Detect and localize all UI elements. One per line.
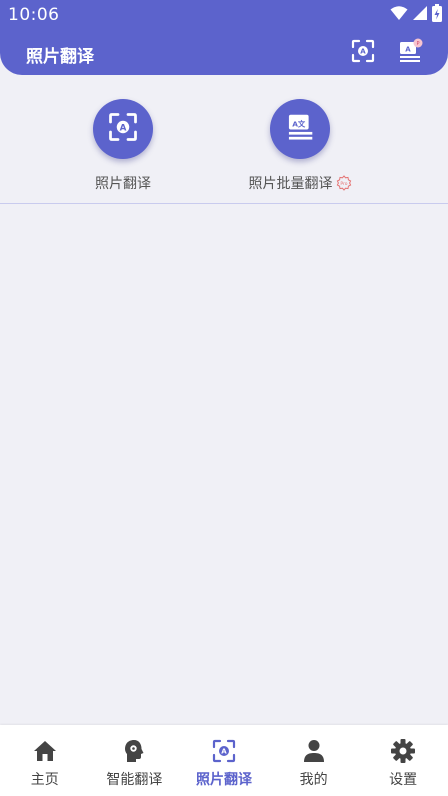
feature-panel: A 照片翻译 A文 照片批量翻译 Pro: [0, 75, 448, 204]
nav-item-smart-translate[interactable]: 智能翻译: [90, 725, 180, 796]
status-bar: 10:06: [0, 0, 448, 30]
scan-translate-icon: A: [108, 112, 138, 146]
photo-translate-feature[interactable]: A 照片翻译: [43, 99, 203, 193]
photo-translate-label: 照片翻译: [95, 173, 151, 193]
page-title: 照片翻译: [26, 47, 94, 67]
nav-label: 照片翻译: [195, 772, 252, 788]
photo-translate-button[interactable]: A: [93, 99, 153, 159]
nav-label: 主页: [30, 772, 59, 788]
status-icons: [390, 4, 442, 26]
signal-icon: [412, 5, 428, 25]
batch-translate-label: 照片批量翻译 Pro: [249, 173, 352, 193]
nav-label: 智能翻译: [106, 772, 163, 788]
bottom-navigation: 主页 智能翻译 A 照片翻译 我的 设置: [0, 725, 448, 796]
home-icon: [32, 738, 58, 764]
nav-item-mine[interactable]: 我的: [269, 725, 359, 796]
batch-translate-button[interactable]: A P: [396, 38, 424, 68]
status-time: 10:06: [8, 5, 60, 25]
svg-text:Pro: Pro: [340, 181, 347, 187]
scan-translate-icon: A: [351, 39, 375, 67]
person-icon: [301, 738, 327, 764]
ai-head-icon: [121, 738, 147, 764]
pro-badge-icon: Pro: [336, 175, 352, 191]
wifi-icon: [390, 5, 408, 25]
battery-charging-icon: [432, 4, 442, 26]
batch-translate-icon: A P: [397, 38, 423, 68]
nav-item-photo-translate[interactable]: A 照片翻译: [179, 725, 269, 796]
svg-text:A: A: [405, 46, 411, 54]
nav-label: 设置: [389, 772, 418, 788]
svg-text:A: A: [360, 48, 366, 56]
batch-translate-icon: A文: [284, 111, 316, 147]
svg-text:A: A: [120, 123, 127, 133]
app-header: 10:06 照片翻译 A A P: [0, 0, 448, 75]
svg-text:A文: A文: [292, 119, 306, 128]
gear-icon: [390, 738, 416, 764]
feature-label-text: 照片翻译: [95, 176, 151, 192]
feature-label-text: 照片批量翻译: [248, 176, 333, 192]
scan-translate-icon: A: [211, 738, 237, 764]
nav-item-home[interactable]: 主页: [0, 725, 90, 796]
nav-item-settings[interactable]: 设置: [358, 725, 448, 796]
batch-translate-feature[interactable]: A文 照片批量翻译 Pro: [220, 99, 380, 193]
scan-translate-button[interactable]: A: [349, 39, 377, 67]
svg-text:A: A: [221, 748, 227, 756]
nav-label: 我的: [299, 772, 328, 788]
svg-text:P: P: [416, 41, 419, 47]
batch-translate-button[interactable]: A文: [270, 99, 330, 159]
